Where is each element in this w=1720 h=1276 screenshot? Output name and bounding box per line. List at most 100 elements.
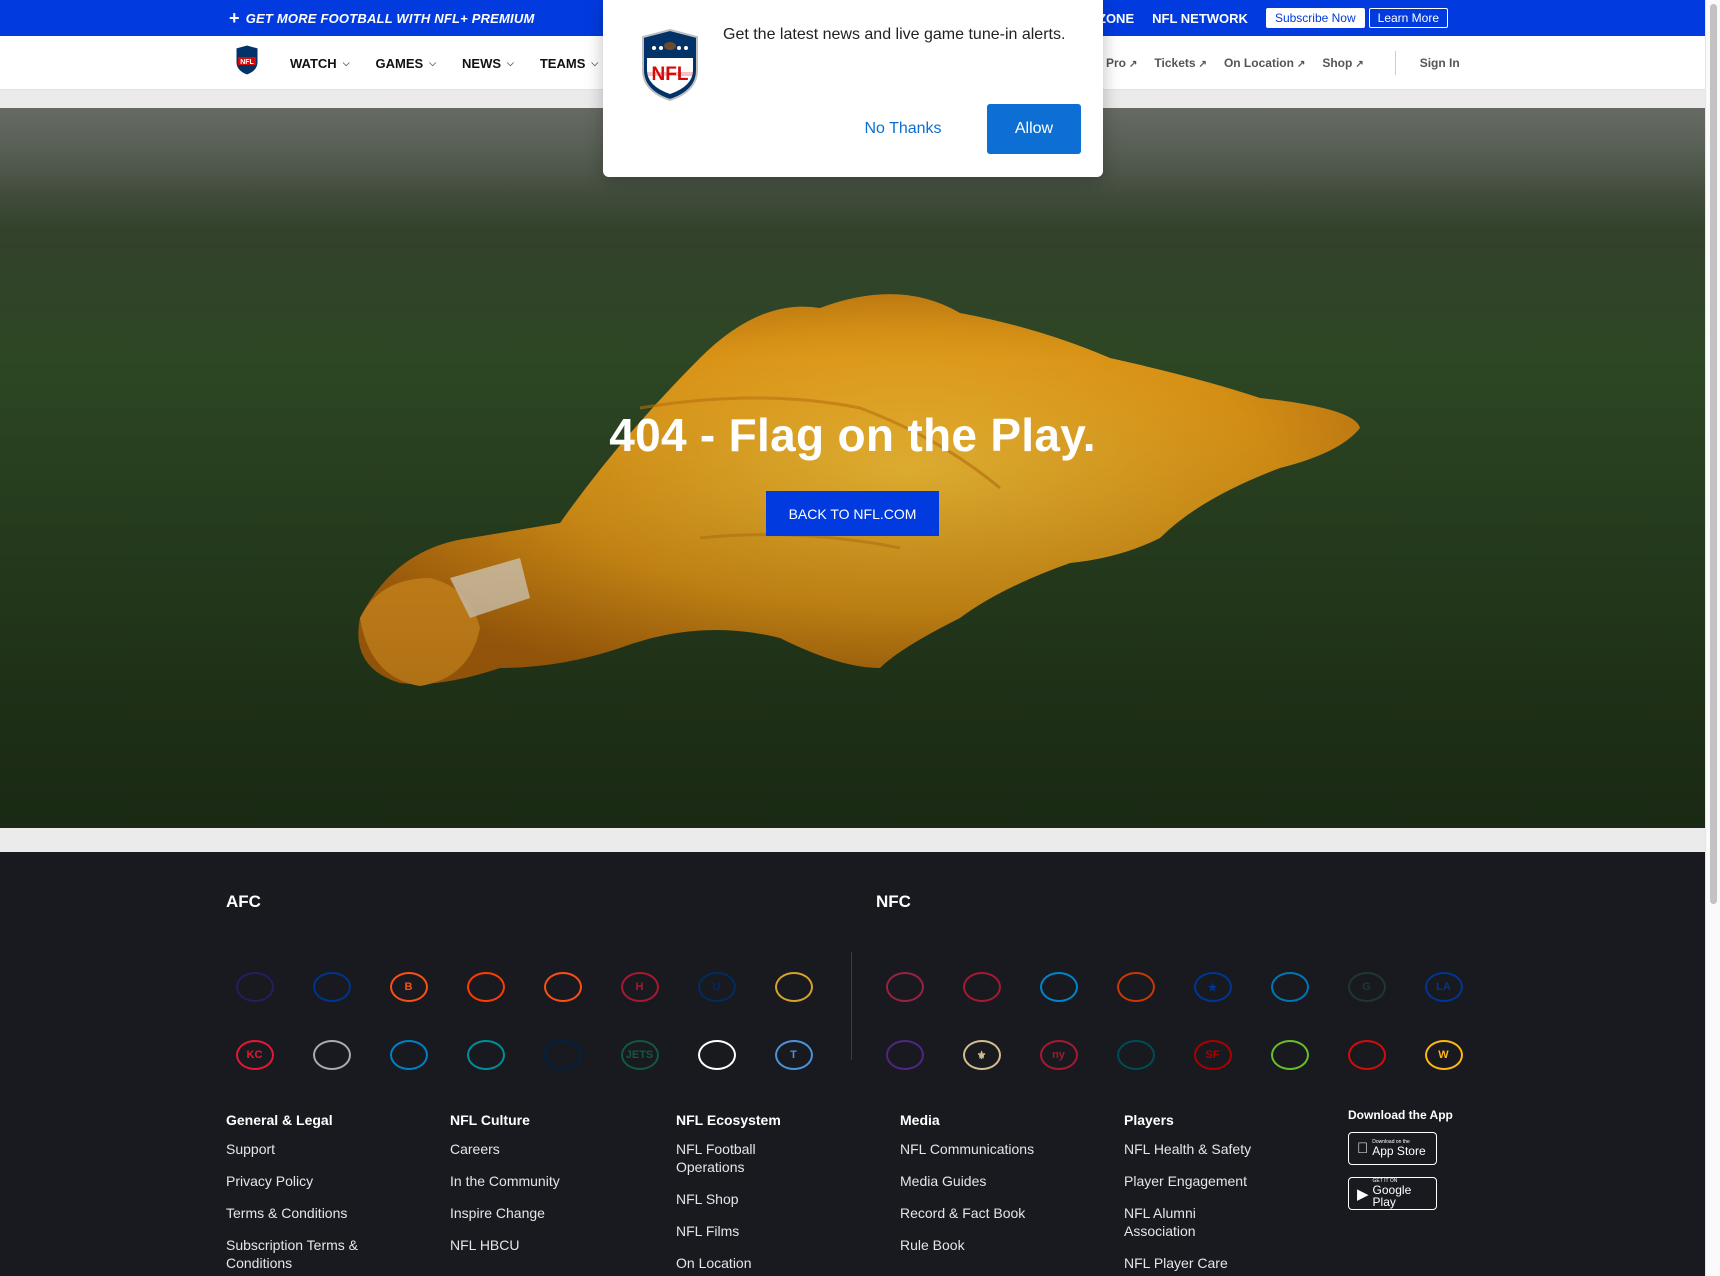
nav-on-location-link[interactable]: On Location ↗ [1224,56,1305,70]
footer-link[interactable]: NFL Health & Safety [1124,1140,1324,1158]
nav-shop-link[interactable]: Shop ↗ [1322,56,1363,70]
nav-news[interactable]: NEWS ⌵ [462,56,514,71]
team-link[interactable]: U [678,953,755,1021]
team-link[interactable] [216,953,293,1021]
footer-link[interactable]: Inspire Change [450,1204,650,1222]
team-link[interactable]: ny [1020,1021,1097,1089]
lions-logo-icon [1270,972,1309,1002]
hero-section: 404 - Flag on the Play. BACK TO NFL.COM [0,108,1705,828]
nav-games[interactable]: GAMES ⌵ [376,56,437,71]
team-link[interactable] [1097,1021,1174,1089]
team-link[interactable] [293,953,370,1021]
team-link[interactable]: H [601,953,678,1021]
team-link[interactable] [293,1021,370,1089]
subscribe-now-button[interactable]: Subscribe Now [1265,8,1365,28]
footer-link[interactable]: NFL HBCU [450,1236,650,1254]
team-link[interactable]: JETS [601,1021,678,1089]
footer-link[interactable]: NFL Football Operations [676,1140,786,1176]
team-link[interactable] [524,953,601,1021]
external-link-icon: ↗ [1129,59,1138,70]
nav-watch[interactable]: WATCH ⌵ [290,56,350,71]
footer-link[interactable]: Record & Fact Book [900,1204,1100,1222]
patriots-logo-icon [543,1040,582,1070]
nav-games-label: GAMES [375,55,424,71]
team-link[interactable]: T [755,1021,832,1089]
nfl-network-link[interactable]: NFL NETWORK [1152,11,1248,26]
footer-link[interactable]: Subscription Terms & Conditions [226,1236,376,1272]
nav-teams[interactable]: TEAMS ⌵ [540,56,598,71]
nav-tickets-link[interactable]: Tickets ↗ [1154,56,1207,70]
footer-link[interactable]: Terms & Conditions [226,1204,426,1222]
rams-logo-icon: LA [1424,972,1463,1002]
team-link[interactable] [678,1021,755,1089]
team-link[interactable]: W [1405,1021,1482,1089]
nav-tickets-label: Tickets [1154,56,1196,70]
footer-link[interactable]: On Location [676,1254,876,1272]
team-link[interactable] [447,953,524,1021]
browns-logo-icon [466,972,505,1002]
scrollbar-thumb[interactable] [1710,4,1717,904]
team-link[interactable] [1251,953,1328,1021]
footer-link[interactable]: In the Community [450,1172,650,1190]
app-store-badge[interactable]:  Download on the App Store [1348,1132,1437,1165]
nav-pro-link[interactable]: Pro ↗ [1106,56,1137,70]
nfl-logo-icon[interactable]: NFL [234,44,260,76]
nav-on-location-label: On Location [1223,56,1294,70]
footer-col-heading: General & Legal [226,1112,333,1128]
allow-button[interactable]: Allow [987,104,1081,154]
play-icon: ▶ [1357,1185,1369,1203]
footer-link[interactable]: NFL Communications [900,1140,1100,1158]
footer-link[interactable]: Careers [450,1140,650,1158]
promo-text: GET MORE FOOTBALL WITH NFL+ PREMIUM [245,10,535,26]
nav-menu: WATCH ⌵ GAMES ⌵ NEWS ⌵ TEAMS ⌵ [290,36,624,90]
footer-col-players: Players NFL Health & Safety Player Engag… [1124,1112,1324,1276]
team-link[interactable] [1251,1021,1328,1089]
footer-link[interactable]: Privacy Policy [226,1172,426,1190]
team-link[interactable] [866,1021,943,1089]
team-link[interactable] [943,953,1020,1021]
google-play-badge[interactable]: ▶ GET IT ON Google Play [1348,1177,1437,1210]
team-link[interactable]: B [370,953,447,1021]
footer-link[interactable]: Player Engagement [1124,1172,1324,1190]
footer-link[interactable]: NFL Films [676,1222,876,1240]
page-scrollbar[interactable] [1705,0,1720,1276]
redzone-link[interactable]: ZONE [1098,11,1134,26]
team-link[interactable] [1097,953,1174,1021]
team-link[interactable]: SF [1174,1021,1251,1089]
footer-col-nfl-ecosystem: NFL Ecosystem NFL Football Operations NF… [676,1112,876,1276]
saints-logo-icon: ⚜ [962,1040,1001,1070]
team-link[interactable] [755,953,832,1021]
sign-in-link[interactable]: Sign In [1420,56,1460,70]
team-link[interactable] [370,1021,447,1089]
no-thanks-button[interactable]: No Thanks [843,104,963,154]
footer-link[interactable]: NFL Shop [676,1190,876,1208]
team-link[interactable] [1020,953,1097,1021]
back-to-nfl-button[interactable]: BACK TO NFL.COM [766,491,939,536]
download-app-heading: Download the App [1348,1108,1453,1122]
team-link[interactable]: ⚜ [943,1021,1020,1089]
footer-link[interactable]: Support [226,1140,426,1158]
team-link[interactable] [447,1021,524,1089]
team-link[interactable] [524,1021,601,1089]
dolphins-logo-icon [466,1040,505,1070]
learn-more-button[interactable]: Learn More [1368,8,1449,28]
team-link[interactable]: KC [216,1021,293,1089]
app-store-text: Download on the App Store [1372,1140,1425,1158]
eagles-logo-icon [1116,1040,1155,1070]
plus-icon: + [229,8,240,28]
google-play-big: Google Play [1372,1183,1412,1209]
ravens-logo-icon [235,972,274,1002]
team-link[interactable] [1328,1021,1405,1089]
footer-link[interactable]: Rule Book [900,1236,1100,1254]
nfl-logo-icon: NFL [642,28,698,102]
team-link[interactable]: G [1328,953,1405,1021]
team-link[interactable]: ★ [1174,953,1251,1021]
chiefs-logo-icon: KC [235,1040,274,1070]
team-link[interactable]: LA [1405,953,1482,1021]
footer-link[interactable]: Media Guides [900,1172,1100,1190]
footer-link[interactable]: NFL Player Care [1124,1254,1324,1272]
footer-link[interactable]: NFL Alumni Association [1124,1204,1234,1240]
nfl-plus-promo-link[interactable]: + GET MORE FOOTBALL WITH NFL+ PREMIUM [229,0,535,36]
vikings-logo-icon [885,1040,924,1070]
team-link[interactable] [866,953,943,1021]
